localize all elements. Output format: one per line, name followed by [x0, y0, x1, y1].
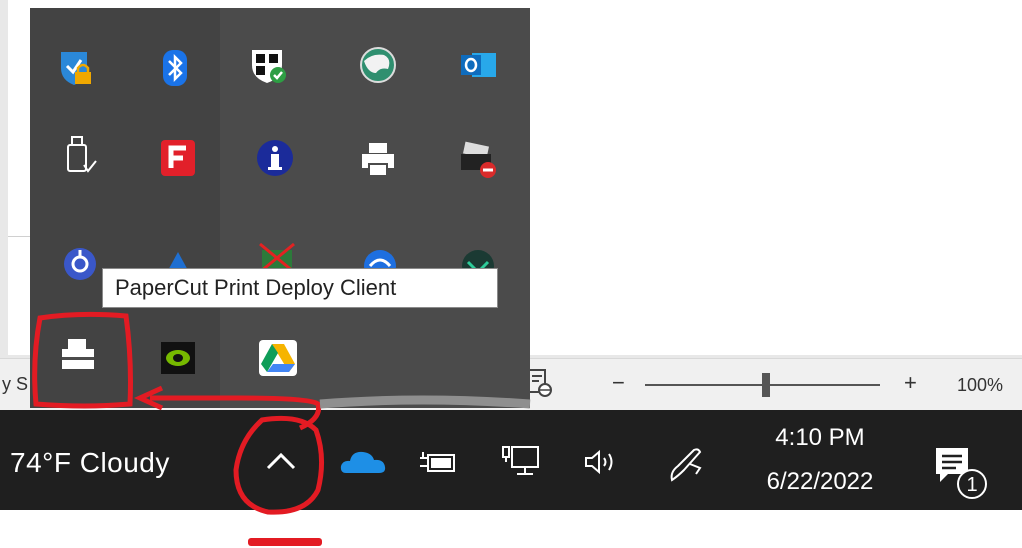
printer-error-icon[interactable] [458, 140, 498, 180]
deploy-client-icon[interactable] [60, 244, 100, 284]
web-layout-view-icon[interactable] [527, 368, 553, 398]
info-icon[interactable] [255, 138, 295, 178]
notification-center-icon[interactable]: 1 [930, 440, 990, 500]
printer-icon[interactable] [358, 140, 398, 180]
pen-workspace-icon[interactable] [666, 444, 706, 484]
notification-count: 1 [966, 474, 977, 496]
usb-eject-icon[interactable] [60, 135, 100, 175]
tooltip: PaperCut Print Deploy Client [102, 268, 498, 308]
defender-shield-icon[interactable] [248, 45, 288, 85]
status-text: y S [2, 374, 29, 394]
annotation-underline [248, 538, 322, 546]
foxit-reader-icon[interactable] [158, 138, 198, 178]
windows-security-lock-icon[interactable] [55, 48, 95, 88]
onedrive-icon[interactable] [340, 447, 386, 477]
zoom-level[interactable]: 100% [957, 375, 1003, 396]
outlook-icon[interactable] [458, 45, 498, 85]
zoom-in-button[interactable]: + [904, 370, 917, 396]
clock-date[interactable]: 6/22/2022 [748, 468, 892, 496]
volume-icon[interactable] [582, 446, 624, 478]
weather-widget[interactable]: 74°F Cloudy [10, 447, 170, 479]
clock-time[interactable]: 4:10 PM [772, 424, 868, 452]
bluetooth-icon[interactable] [155, 48, 195, 88]
zoom-out-button[interactable]: − [612, 370, 625, 396]
papercut-icon[interactable] [58, 335, 98, 375]
network-icon[interactable] [500, 444, 542, 480]
google-drive-icon[interactable] [258, 338, 298, 378]
nvidia-icon[interactable] [158, 338, 198, 378]
browser-globe-icon[interactable] [358, 45, 398, 85]
zoom-slider-thumb[interactable] [762, 373, 770, 397]
show-hidden-icons-button[interactable] [250, 430, 312, 492]
power-icon[interactable] [418, 448, 458, 476]
